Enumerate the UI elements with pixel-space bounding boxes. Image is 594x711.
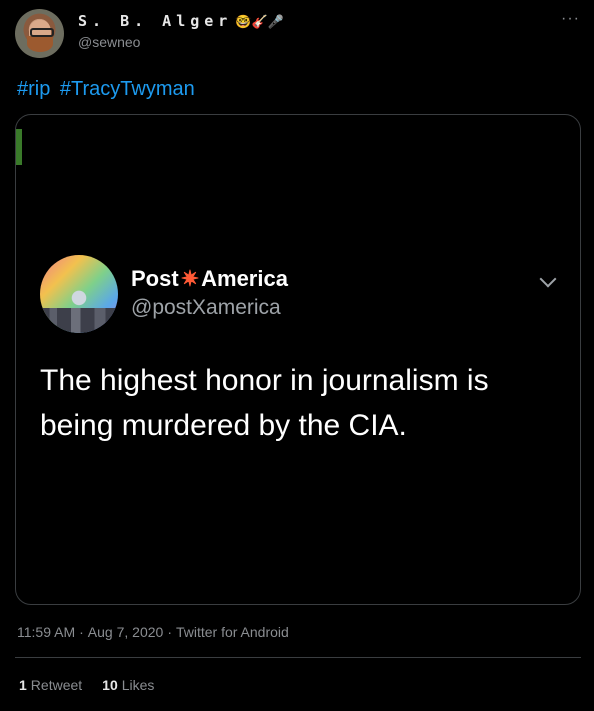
hashtag-link-tracytwyman[interactable]: #TracyTwyman <box>60 78 195 100</box>
embedded-post-text: The highest honor in journalism is being… <box>40 364 489 442</box>
meta-separator: · <box>79 624 84 640</box>
retweets-label: Retweet <box>30 677 83 693</box>
retweets-count: 1 <box>19 677 27 693</box>
tweet-stats: 1 Retweet 10 Likes <box>19 677 154 693</box>
embedded-post-avatar <box>40 255 118 333</box>
microphone-icon: 🎤 <box>267 13 284 29</box>
more-options-icon[interactable]: ··· <box>561 10 580 28</box>
avatar-beard <box>27 36 53 52</box>
author-avatar[interactable] <box>15 9 64 58</box>
guitar-icon: 🎸 <box>251 13 268 29</box>
collision-icon: ✷ <box>180 266 200 291</box>
tweet-timestamp-date[interactable]: Aug 7, 2020 <box>88 624 164 640</box>
tweet-source-link[interactable]: Twitter for Android <box>176 624 289 640</box>
author-emojis: 🤓🎸🎤 <box>235 15 284 28</box>
divider <box>15 657 581 658</box>
author-name-row[interactable]: S. B. Alger 🤓🎸🎤 <box>78 12 284 30</box>
author-handle[interactable]: @sewneo <box>78 34 140 50</box>
embedded-post-name: Post ✷ America <box>131 266 288 292</box>
likes-count: 10 <box>102 677 118 693</box>
chevron-down-icon <box>539 270 557 288</box>
likes-label: Likes <box>121 677 155 693</box>
media-edge-strip <box>16 129 22 165</box>
embedded-post-handle: @postXamerica <box>131 296 281 319</box>
nerd-face-icon: 🤓 <box>235 13 252 29</box>
tweet-text: #rip #TracyTwyman <box>17 78 199 101</box>
embedded-name-right: America <box>201 266 288 291</box>
avatar-glasses <box>30 28 54 37</box>
hashtag-link-rip[interactable]: #rip <box>17 78 50 100</box>
meta-separator: · <box>167 624 172 640</box>
avatar-city-skyline <box>40 308 118 333</box>
tweet-media-image[interactable]: Post ✷ America @postXamerica The highest… <box>15 114 581 605</box>
likes-link[interactable]: 10 Likes <box>102 677 154 693</box>
retweets-link[interactable]: 1 Retweet <box>19 677 82 693</box>
embedded-name-left: Post <box>131 266 179 291</box>
tweet-meta: 11:59 AM · Aug 7, 2020 · Twitter for Android <box>17 624 289 640</box>
author-display-name[interactable]: S. B. Alger <box>78 12 232 30</box>
tweet-timestamp-time[interactable]: 11:59 AM <box>17 624 75 640</box>
